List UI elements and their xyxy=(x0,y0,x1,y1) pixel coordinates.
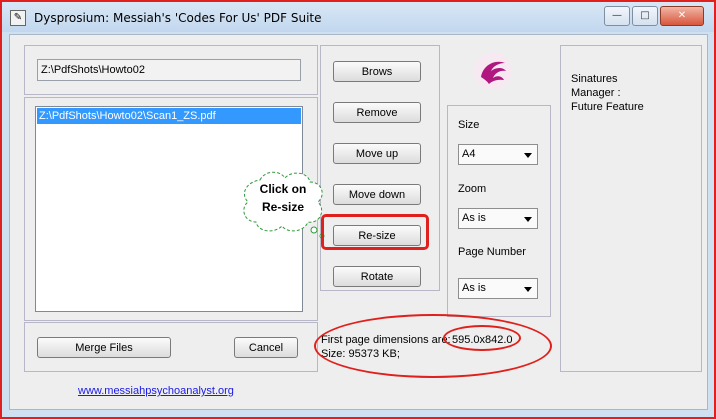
window-title: Dysprosium: Messiah's 'Codes For Us' PDF… xyxy=(34,11,322,25)
minimize-button[interactable]: — xyxy=(604,6,630,26)
actions-panel: Brows Remove Move up Move down Re-size R… xyxy=(320,45,440,291)
page-number-select[interactable]: As is xyxy=(458,278,538,299)
size-select[interactable]: A4 xyxy=(458,144,538,165)
maximize-button[interactable]: □ xyxy=(632,6,658,26)
zoom-value: As is xyxy=(462,212,486,224)
page-number-value: As is xyxy=(462,282,486,294)
callout-label: Click on Re-size xyxy=(250,180,316,216)
merge-panel: Merge Files Cancel xyxy=(24,322,318,372)
chevron-down-icon xyxy=(524,217,532,222)
title-bar[interactable]: ✎ Dysprosium: Messiah's 'Codes For Us' P… xyxy=(2,2,714,32)
signatures-title: Sinatures xyxy=(571,73,618,85)
page-number-label: Page Number xyxy=(458,246,526,258)
path-field[interactable]: Z:\PdfShots\Howto02 xyxy=(37,59,301,81)
signatures-note: Future Feature xyxy=(571,101,644,113)
dimensions-highlight-oval xyxy=(443,325,521,351)
size-label: Size xyxy=(458,119,480,131)
move-down-button[interactable]: Move down xyxy=(333,184,421,205)
signatures-manager: Manager : xyxy=(571,87,621,99)
options-panel: Size A4 Zoom As is Page Number As is xyxy=(447,105,551,317)
merge-files-button[interactable]: Merge Files xyxy=(37,337,171,358)
close-button[interactable]: ✕ xyxy=(660,6,704,26)
info-highlight-oval xyxy=(314,314,552,378)
rotate-button[interactable]: Rotate xyxy=(333,266,421,287)
path-panel: Z:\PdfShots\Howto02 xyxy=(24,45,318,95)
list-item[interactable]: Z:\PdfShots\Howto02\Scan1_ZS.pdf xyxy=(37,108,301,124)
chevron-down-icon xyxy=(524,153,532,158)
signatures-panel: Sinatures Manager : Future Feature xyxy=(560,45,702,372)
size-value: A4 xyxy=(462,148,476,160)
phoenix-logo-icon xyxy=(473,51,513,91)
chevron-down-icon xyxy=(524,287,532,292)
zoom-label: Zoom xyxy=(458,183,487,195)
remove-button[interactable]: Remove xyxy=(333,102,421,123)
callout-line-1: Click on xyxy=(259,182,307,196)
website-link[interactable]: www.messiahpsychoanalyst.org xyxy=(78,385,234,397)
resize-highlight xyxy=(321,214,429,250)
app-icon: ✎ xyxy=(10,10,26,26)
move-up-button[interactable]: Move up xyxy=(333,143,421,164)
browse-button[interactable]: Brows xyxy=(333,61,421,82)
zoom-select[interactable]: As is xyxy=(458,208,538,229)
callout-line-2: Re-size xyxy=(261,200,305,214)
cancel-button[interactable]: Cancel xyxy=(234,337,298,358)
